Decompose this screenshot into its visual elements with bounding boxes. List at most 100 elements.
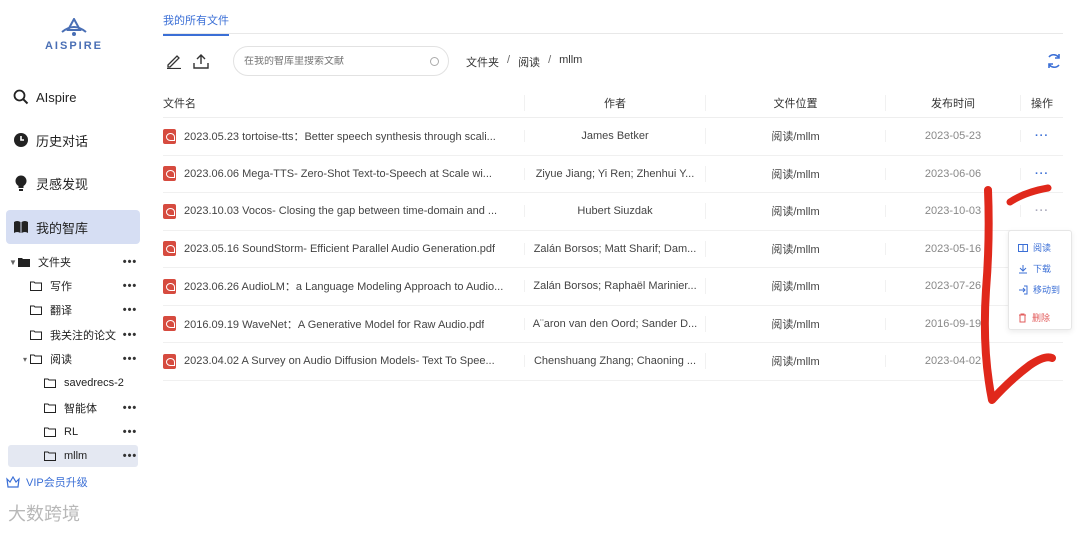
column-header-date[interactable]: 发布时间 — [885, 94, 1020, 111]
more-options-button[interactable]: ••• — [122, 256, 138, 268]
menu-item-read[interactable]: 阅读 — [1018, 241, 1051, 254]
crown-icon — [6, 476, 20, 488]
menu-item-download[interactable]: 下载 — [1018, 262, 1051, 275]
tab-all-files[interactable]: 我的所有文件 — [163, 12, 229, 36]
chevron-down-icon[interactable]: ▼ — [8, 258, 18, 267]
file-date: 2023-05-16 — [885, 242, 1020, 255]
pdf-file-icon — [163, 353, 176, 369]
nav-item-history[interactable]: 历史对话 — [6, 123, 140, 157]
more-options-button[interactable]: ••• — [122, 402, 138, 414]
table-row[interactable]: 2023.05.16 SoundStorm- Efficient Paralle… — [163, 231, 1063, 268]
book-icon — [12, 218, 30, 236]
toolbar: 文件夹 / 阅读 / mllm — [163, 44, 1063, 78]
column-header-name[interactable]: 文件名 — [163, 95, 524, 111]
row-actions-button[interactable]: ··· — [1020, 130, 1063, 143]
file-author: Ziyue Jiang; Yi Ren; Zhenhui Y... — [524, 167, 705, 180]
file-location: 阅读/mllm — [705, 203, 885, 220]
more-options-button[interactable]: ••• — [122, 329, 138, 341]
pdf-file-icon — [163, 316, 176, 332]
nav-item-aispire[interactable]: AIspire — [6, 80, 140, 114]
pdf-file-icon — [163, 166, 176, 182]
tree-item-savedrecs[interactable]: savedrecs-2 — [8, 372, 138, 394]
breadcrumb-item[interactable]: mllm — [559, 54, 582, 70]
more-options-button[interactable]: ••• — [122, 450, 138, 462]
search-input[interactable] — [244, 55, 424, 67]
nav-label: 灵感发现 — [36, 176, 89, 192]
lightbulb-icon — [12, 174, 30, 192]
file-name[interactable]: 2023.10.03 Vocos- Closing the gap betwee… — [184, 205, 497, 217]
breadcrumb-item[interactable]: 阅读 — [518, 54, 540, 70]
folder-icon — [30, 353, 44, 365]
more-options-button[interactable]: ••• — [122, 280, 138, 292]
column-header-author[interactable]: 作者 — [524, 94, 705, 111]
clock-icon — [12, 131, 30, 149]
file-author: Chenshuang Zhang; Chaoning ... — [524, 355, 705, 368]
file-location: 阅读/mllm — [705, 353, 885, 370]
file-name[interactable]: 2023.06.26 AudioLM：a Language Modeling A… — [184, 278, 503, 294]
file-author: Hubert Siuzdak — [524, 205, 705, 218]
tree-item-label: 阅读 — [50, 354, 72, 366]
tree-item-writing[interactable]: 写作 ••• — [8, 275, 138, 297]
more-options-button[interactable]: ••• — [122, 426, 138, 438]
column-header-actions: 操作 — [1020, 94, 1063, 111]
tree-item-label: 文件夹 — [38, 257, 71, 269]
tree-item-translate[interactable]: 翻译 ••• — [8, 299, 138, 321]
file-date: 2016-09-19 — [885, 317, 1020, 330]
table-row[interactable]: 2023.06.06 Mega-TTS- Zero-Shot Text-to-S… — [163, 156, 1063, 193]
upload-button[interactable] — [190, 50, 212, 72]
more-options-button[interactable]: ••• — [122, 353, 138, 365]
file-name[interactable]: 2023.05.16 SoundStorm- Efficient Paralle… — [184, 243, 495, 255]
menu-item-label: 下载 — [1033, 264, 1052, 274]
menu-item-label: 阅读 — [1033, 243, 1052, 253]
table-row[interactable]: 2016.09.19 WaveNet：A Generative Model fo… — [163, 306, 1063, 343]
download-icon — [1019, 264, 1027, 273]
breadcrumb-item[interactable]: 文件夹 — [466, 54, 499, 70]
chevron-down-icon[interactable]: ▾ — [20, 355, 30, 364]
folder-icon — [30, 280, 44, 292]
column-header-location[interactable]: 文件位置 — [705, 94, 885, 111]
search-icon[interactable] — [430, 57, 439, 66]
tree-item-mllm[interactable]: mllm ••• — [8, 445, 138, 467]
file-author: A¨aron van den Oord; Sander D... — [524, 317, 705, 330]
watermark: 大数跨境 — [8, 500, 80, 526]
tree-item-label: mllm — [64, 450, 88, 462]
tree-item-agents[interactable]: 智能体 ••• — [8, 397, 138, 419]
pdf-file-icon — [163, 128, 176, 144]
tree-item-label: 智能体 — [64, 403, 97, 415]
tree-item-rl[interactable]: RL ••• — [8, 421, 138, 443]
file-name[interactable]: 2023.06.06 Mega-TTS- Zero-Shot Text-to-S… — [184, 168, 492, 180]
table-row[interactable]: 2023.05.23 tortoise-tts：Better speech sy… — [163, 118, 1063, 156]
folder-icon — [30, 304, 44, 316]
table-row[interactable]: 2023.04.02 A Survey on Audio Diffusion M… — [163, 343, 1063, 381]
search-box[interactable] — [233, 46, 449, 76]
folder-icon — [44, 450, 58, 462]
more-options-button[interactable]: ••• — [122, 304, 138, 316]
move-icon — [1019, 285, 1028, 294]
nav-label: 我的智库 — [36, 220, 89, 236]
app-logo[interactable]: AISPIRE — [44, 18, 104, 52]
menu-item-delete[interactable]: 删除 — [1018, 311, 1050, 324]
edit-button[interactable] — [163, 50, 185, 72]
nav-item-my-library[interactable]: 我的智库 — [6, 210, 140, 244]
pdf-file-icon — [163, 278, 176, 294]
table-row[interactable]: 2023.10.03 Vocos- Closing the gap betwee… — [163, 193, 1063, 231]
file-name[interactable]: 2023.05.23 tortoise-tts：Better speech sy… — [184, 128, 496, 144]
tree-item-reading[interactable]: ▾ 阅读 ••• — [8, 348, 138, 370]
vip-upgrade-link[interactable]: VIP会员升级 — [6, 474, 88, 490]
file-name[interactable]: 2016.09.19 WaveNet：A Generative Model fo… — [184, 316, 484, 332]
nav-item-inspiration[interactable]: 灵感发现 — [6, 166, 140, 200]
row-actions-button[interactable]: ··· — [1020, 205, 1063, 218]
main-panel: 我的所有文件 文件夹 / 阅读 / mllm 文件名 作者 — [163, 0, 1063, 534]
table-row[interactable]: 2023.06.26 AudioLM：a Language Modeling A… — [163, 268, 1063, 306]
file-location: 阅读/mllm — [705, 240, 885, 257]
row-actions-button[interactable]: ··· — [1020, 167, 1063, 180]
row-actions-menu: 阅读 下载 移动到 删除 — [1008, 230, 1072, 330]
search-icon — [12, 88, 30, 106]
file-name[interactable]: 2023.04.02 A Survey on Audio Diffusion M… — [184, 355, 495, 367]
tree-item-folders[interactable]: ▼ 文件夹 ••• — [8, 251, 138, 273]
table-header: 文件名 作者 文件位置 发布时间 操作 — [163, 88, 1063, 118]
refresh-icon[interactable] — [1045, 52, 1063, 70]
folder-icon — [44, 402, 58, 414]
tree-item-followed-papers[interactable]: 我关注的论文 ••• — [8, 324, 138, 346]
menu-item-move-to[interactable]: 移动到 — [1018, 283, 1060, 296]
